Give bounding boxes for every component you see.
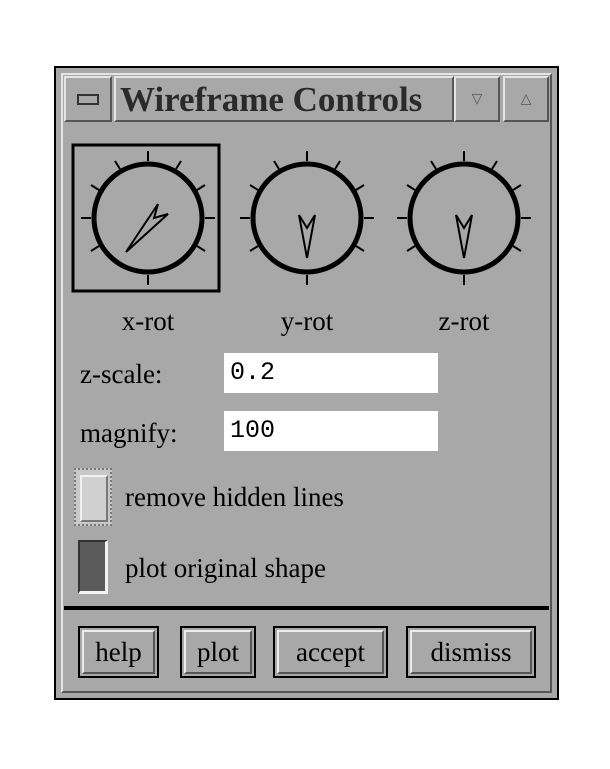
z-scale-label: z-scale: [80,359,163,389]
dial-pointer-icon [455,214,473,259]
dial-ticks [240,151,374,285]
dial-pointer-icon [298,214,316,259]
accept-button-label: accept [277,630,384,674]
dial-y-rot[interactable] [240,151,374,285]
minimize-button[interactable]: ▽ [454,76,500,122]
dial-z-rot[interactable] [397,151,531,285]
window-menu-icon [77,93,99,105]
magnify-field[interactable] [224,411,438,451]
toggle-indicator [80,475,108,522]
dial-ticks [397,151,531,285]
dismiss-button-label: dismiss [410,630,532,674]
plot-button-label: plot [184,630,252,674]
plot-button[interactable]: plot [180,626,256,678]
remove-hidden-lines-toggle[interactable] [74,468,112,526]
titlebar: Wireframe Controls ▽ △ [64,76,549,124]
rotation-dials [71,143,531,293]
z-scale-field[interactable] [224,353,438,393]
remove-hidden-lines-label: remove hidden lines [125,482,344,512]
minimize-icon: ▽ [471,91,483,107]
dismiss-button[interactable]: dismiss [406,626,536,678]
plot-original-shape-toggle[interactable] [78,540,108,594]
window-menu-button[interactable] [64,76,112,122]
help-button-label: help [82,630,155,674]
title-area[interactable]: Wireframe Controls [114,76,454,122]
maximize-button[interactable]: △ [503,76,549,122]
dial-x-rot[interactable] [81,151,215,285]
dial-label-z-rot: z-rot [438,306,490,336]
window-title: Wireframe Controls [120,80,423,119]
dial-pointer-icon [125,203,169,253]
separator [64,606,549,610]
plot-original-shape-label: plot original shape [125,553,326,583]
toggle-indicator [78,540,108,594]
help-button[interactable]: help [78,626,159,678]
magnify-label: magnify: [80,418,178,448]
dial-label-x-rot: x-rot [121,306,175,336]
dial-label-y-rot: y-rot [280,306,334,336]
accept-button[interactable]: accept [273,626,388,678]
maximize-icon: △ [520,91,532,107]
